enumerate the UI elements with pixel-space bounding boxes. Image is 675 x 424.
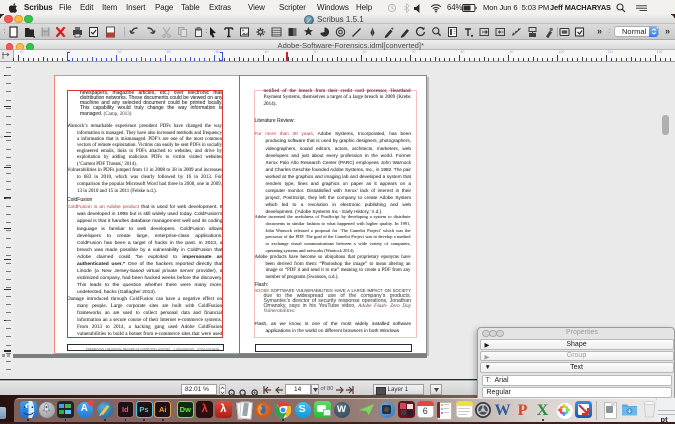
svg-text:P: P [518, 402, 528, 418]
svg-text:X: X [537, 402, 549, 418]
svg-text:W: W [494, 402, 510, 418]
